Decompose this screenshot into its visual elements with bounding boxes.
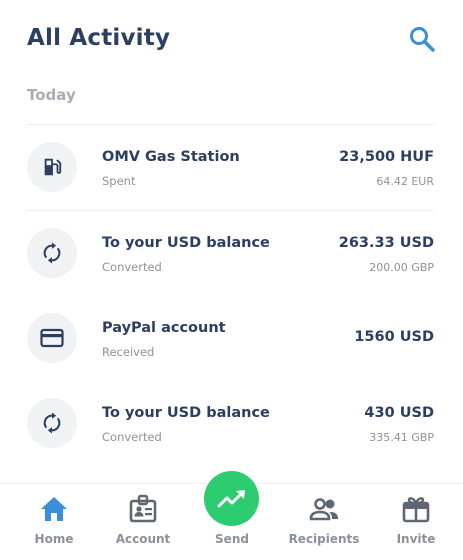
- list-item[interactable]: OMV Gas Station Spent 23,500 HUF 64.42 E…: [27, 125, 434, 210]
- transaction-status: Converted: [102, 260, 162, 274]
- send-button[interactable]: [204, 471, 259, 526]
- transaction-status: Received: [102, 345, 155, 359]
- transaction-name: To your USD balance: [102, 235, 270, 251]
- transaction-amount: 263.33 USD: [338, 235, 434, 251]
- gift-icon: [400, 494, 432, 524]
- sync-icon: [43, 242, 61, 264]
- transaction-amount: 430 USD: [364, 405, 434, 421]
- section-label-today: Today: [27, 86, 76, 104]
- transaction-amount-secondary: 64.42 EUR: [376, 175, 434, 188]
- page-title: All Activity: [27, 25, 171, 51]
- list-item[interactable]: To your USD balance Converted 263.33 USD…: [27, 211, 434, 296]
- nav-item-account[interactable]: Account: [97, 484, 189, 560]
- nav-label: Invite: [396, 532, 436, 546]
- transaction-name: PayPal account: [102, 320, 226, 336]
- sync-icon: [43, 412, 61, 434]
- transaction-name: OMV Gas Station: [102, 149, 240, 165]
- transaction-amount-secondary: 335.41 GBP: [369, 431, 434, 444]
- nav-item-home[interactable]: Home: [8, 484, 100, 560]
- search-icon: [410, 27, 435, 52]
- nav-label: Send: [215, 532, 249, 546]
- transaction-avatar: [27, 313, 77, 363]
- transaction-amount: 1560 USD: [354, 329, 434, 345]
- activity-list: OMV Gas Station Spent 23,500 HUF 64.42 E…: [27, 124, 434, 466]
- transaction-avatar: [27, 398, 77, 448]
- transaction-amount-secondary: 200.00 GBP: [369, 261, 434, 274]
- trending-up-icon: [217, 489, 245, 507]
- nav-label: Recipients: [288, 532, 360, 546]
- nav-label: Account: [115, 532, 171, 546]
- header: All Activity: [27, 25, 436, 59]
- search-button[interactable]: [408, 25, 436, 53]
- transaction-name: To your USD balance: [102, 405, 270, 421]
- nav-item-recipients[interactable]: Recipients: [278, 484, 370, 560]
- transaction-amount: 23,500 HUF: [339, 149, 434, 165]
- credit-card-icon: [40, 328, 64, 348]
- nav-item-invite[interactable]: Invite: [370, 484, 462, 560]
- home-icon: [38, 494, 70, 524]
- transaction-status: Converted: [102, 430, 162, 444]
- list-item[interactable]: PayPal account Received 1560 USD: [27, 296, 434, 381]
- account-badge-icon: [127, 494, 159, 524]
- gas-pump-icon: [44, 158, 62, 176]
- list-item[interactable]: To your USD balance Converted 430 USD 33…: [27, 381, 434, 466]
- transaction-status: Spent: [102, 174, 136, 188]
- nav-label: Home: [34, 532, 74, 546]
- transaction-avatar: [27, 228, 77, 278]
- transaction-avatar: [27, 142, 77, 192]
- people-icon: [308, 494, 340, 524]
